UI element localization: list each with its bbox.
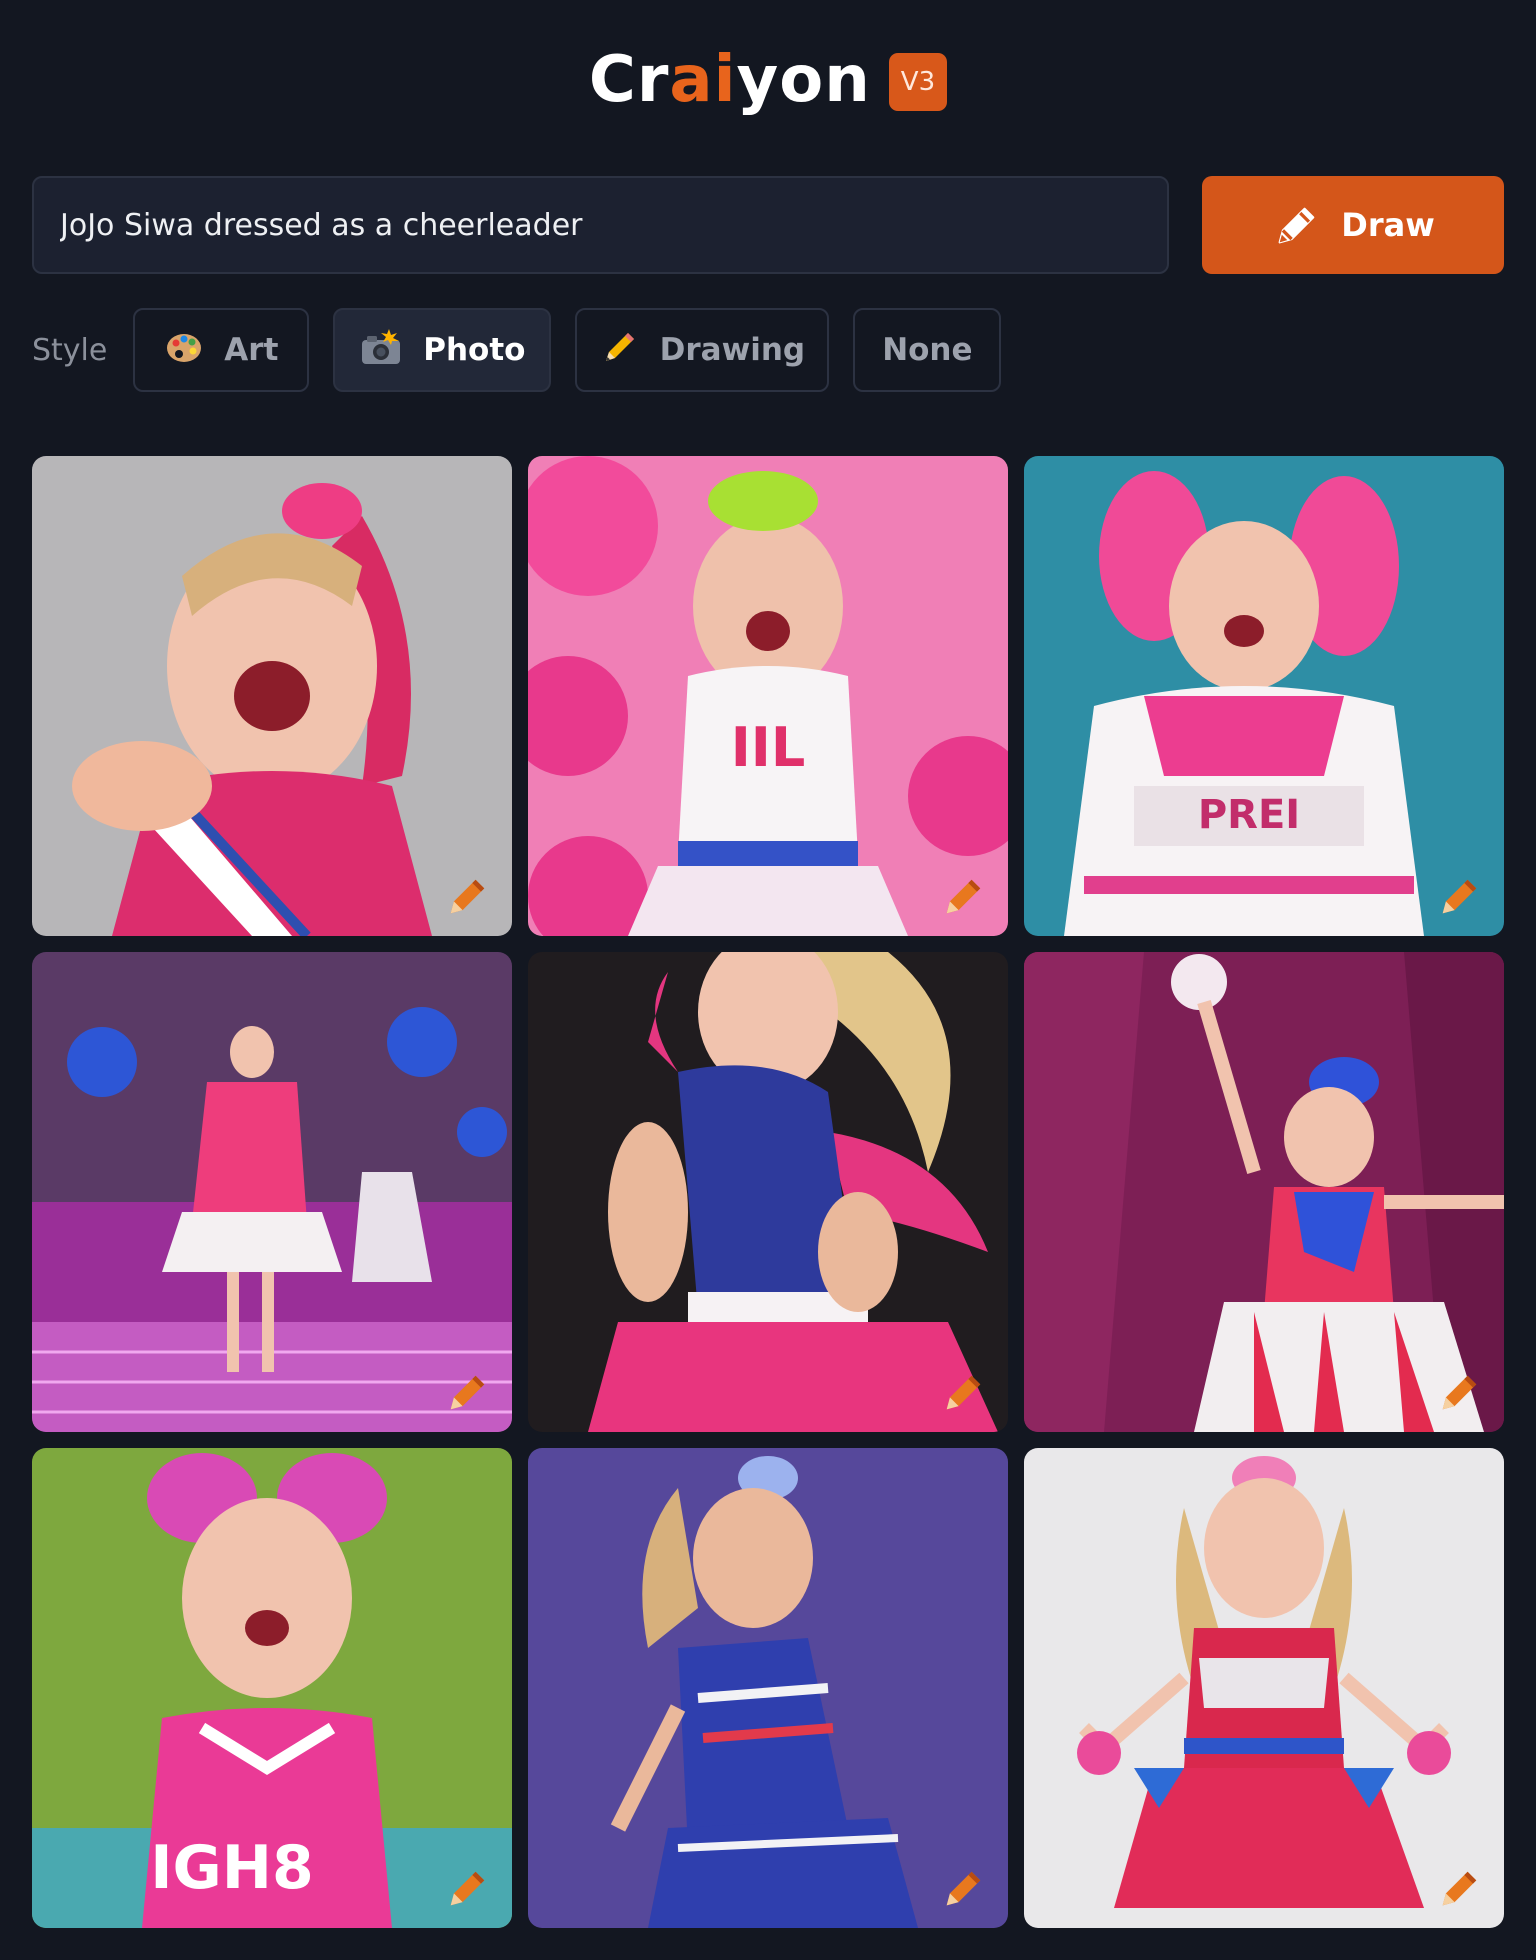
generated-image [528, 952, 1008, 1432]
result-image-9[interactable] [1024, 1448, 1504, 1928]
logo-text-part2: yon [736, 43, 871, 117]
result-image-grid: IIL PREI IGH8 [32, 456, 1504, 1928]
edit-pencil-icon[interactable] [442, 1366, 494, 1418]
result-image-6[interactable] [1024, 952, 1504, 1432]
generated-image: IIL [528, 456, 1008, 936]
prompt-input[interactable] [32, 176, 1169, 274]
draw-button-label: Draw [1341, 206, 1435, 244]
generated-image [1024, 952, 1504, 1432]
style-option-label: Art [224, 332, 279, 368]
style-option-label: Photo [423, 332, 526, 368]
pencil-icon [1278, 207, 1315, 244]
result-image-8[interactable] [528, 1448, 1008, 1928]
style-option-none[interactable]: None [853, 308, 1002, 392]
edit-pencil-icon[interactable] [1434, 1366, 1486, 1418]
logo-text-part1: Cr [588, 43, 670, 117]
result-image-4[interactable] [32, 952, 512, 1432]
svg-text:IIL: IIL [731, 716, 806, 779]
generated-image [1024, 1448, 1504, 1928]
style-option-label: None [882, 332, 973, 368]
style-option-label: Drawing [659, 332, 806, 368]
edit-pencil-icon[interactable] [1434, 1862, 1486, 1914]
edit-pencil-icon[interactable] [442, 1862, 494, 1914]
logo-wordmark: Craiyon [589, 40, 871, 120]
camera-flash-icon [359, 327, 403, 373]
style-selector: Style Art Photo Drawing None [32, 308, 1025, 392]
result-image-3[interactable]: PREI [1024, 456, 1504, 936]
palette-icon [164, 327, 204, 373]
logo-text-accent: ai [669, 43, 737, 117]
app-logo[interactable]: Craiyon V3 [0, 40, 1536, 120]
style-option-photo[interactable]: Photo [333, 308, 552, 392]
result-image-1[interactable] [32, 456, 512, 936]
generated-image [32, 456, 512, 936]
generated-image: PREI [1024, 456, 1504, 936]
result-image-5[interactable] [528, 952, 1008, 1432]
style-option-drawing[interactable]: Drawing [575, 308, 830, 392]
style-label: Style [32, 332, 108, 368]
generated-image: IGH8 [32, 1448, 512, 1928]
draw-button[interactable]: Draw [1202, 176, 1504, 274]
result-image-7[interactable]: IGH8 [32, 1448, 512, 1928]
version-badge: V3 [888, 53, 948, 111]
pencil-icon [600, 327, 640, 373]
edit-pencil-icon[interactable] [938, 870, 990, 922]
edit-pencil-icon[interactable] [442, 870, 494, 922]
generated-image [528, 1448, 1008, 1928]
svg-text:PREI: PREI [1198, 792, 1300, 838]
edit-pencil-icon[interactable] [938, 1862, 990, 1914]
style-option-art[interactable]: Art [133, 308, 310, 392]
svg-text:IGH8: IGH8 [150, 1833, 314, 1903]
edit-pencil-icon[interactable] [1434, 870, 1486, 922]
edit-pencil-icon[interactable] [938, 1366, 990, 1418]
generated-image [32, 952, 512, 1432]
result-image-2[interactable]: IIL [528, 456, 1008, 936]
